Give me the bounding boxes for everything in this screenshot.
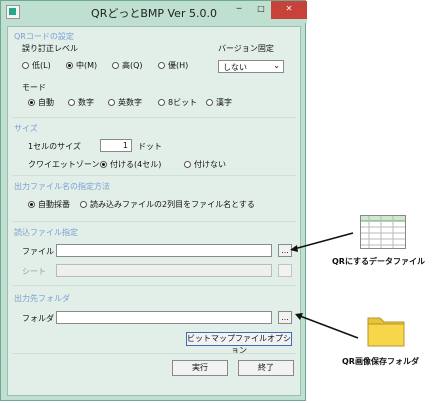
arrow-line-save-folder xyxy=(299,315,359,339)
save-folder-annotation: QR画像保存フォルダ xyxy=(342,357,419,366)
data-file-annotation: QRにするデータファイル xyxy=(332,257,426,266)
folder-icon xyxy=(367,317,405,347)
spreadsheet-grid-icon xyxy=(361,216,405,248)
spreadsheet-icon xyxy=(360,215,406,249)
arrow-line-data-file xyxy=(293,232,354,250)
arrow-head-data-file xyxy=(290,245,298,252)
